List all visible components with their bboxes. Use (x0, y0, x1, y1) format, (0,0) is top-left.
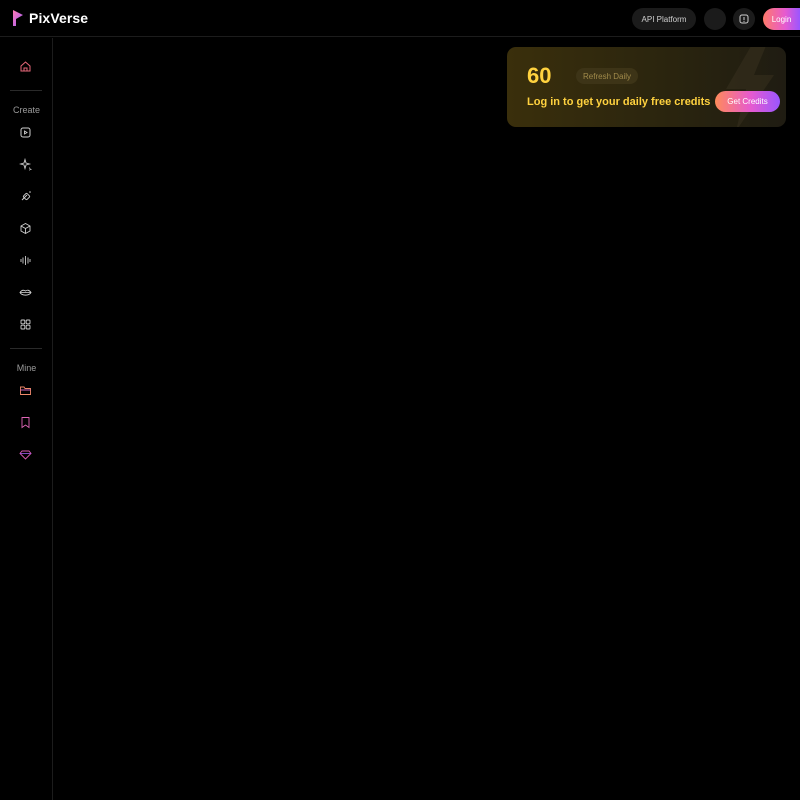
brand-logo[interactable]: PixVerse (12, 9, 88, 27)
bookmark-icon[interactable] (19, 416, 32, 429)
api-platform-button[interactable]: API Platform (632, 8, 696, 30)
sparkle-icon[interactable] (19, 158, 32, 171)
brand-name: PixVerse (29, 10, 89, 26)
credit-amount: 60 (527, 63, 552, 88)
credits-message: Log in to get your daily free credits (527, 96, 711, 108)
audio-wave-icon[interactable] (19, 254, 32, 267)
info-shield-icon (739, 14, 749, 24)
daily-credits-card: 60 Refresh Daily Log in to get your dail… (507, 47, 786, 127)
lightning-bolt-icon (726, 47, 774, 127)
refresh-daily-badge: Refresh Daily (576, 68, 639, 84)
grid-icon[interactable] (19, 318, 32, 331)
lips-icon[interactable] (19, 286, 32, 299)
language-button[interactable] (704, 8, 726, 30)
cube-icon[interactable] (19, 222, 32, 235)
sidebar-divider (10, 348, 42, 349)
sidebar-divider (10, 90, 42, 91)
home-icon[interactable] (19, 60, 32, 73)
sidebar: Create Mine (0, 38, 53, 800)
pixverse-logo-icon (13, 10, 23, 26)
login-button[interactable]: Login (763, 8, 800, 30)
get-credits-button[interactable]: Get Credits (715, 91, 780, 112)
magic-wand-icon[interactable] (19, 190, 32, 203)
folder-icon[interactable] (19, 384, 32, 397)
diamond-icon[interactable] (19, 448, 32, 461)
notification-button[interactable] (733, 8, 755, 30)
section-label-create: Create (12, 105, 40, 115)
section-label-mine: Mine (16, 363, 37, 373)
video-create-icon[interactable] (19, 126, 32, 139)
